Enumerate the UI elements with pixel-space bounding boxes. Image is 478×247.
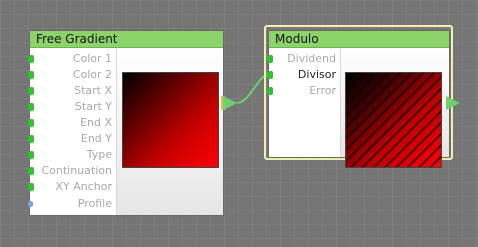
port-label: Start Y — [74, 100, 112, 113]
modulo-node[interactable]: Modulo Dividend Divisor Error — [267, 31, 449, 168]
port-connector-icon[interactable] — [28, 167, 34, 175]
port-start-y[interactable]: Start Y — [28, 99, 116, 115]
port-label: XY Anchor — [55, 180, 112, 193]
port-connector-icon[interactable] — [28, 71, 34, 79]
port-connector-icon[interactable] — [267, 71, 273, 79]
port-color-2[interactable]: Color 2 — [28, 67, 116, 83]
port-connector-icon[interactable] — [267, 55, 273, 63]
port-label: Divisor — [297, 68, 336, 81]
port-color-1[interactable]: Color 1 — [28, 51, 116, 67]
input-ports: Dividend Divisor Error — [267, 48, 341, 157]
port-connector-icon[interactable] — [267, 87, 273, 95]
port-label: End Y — [80, 132, 112, 145]
port-label: Color 1 — [72, 52, 112, 65]
port-label: Continuation — [41, 164, 112, 177]
port-label: Start X — [74, 84, 112, 97]
port-connector-icon[interactable] — [28, 119, 34, 127]
port-connector-icon[interactable] — [28, 103, 34, 111]
gradient-preview — [122, 72, 219, 168]
port-start-x[interactable]: Start X — [28, 83, 116, 99]
modulo-preview — [345, 72, 442, 168]
output-port-icon[interactable] — [223, 96, 237, 110]
port-connector-icon[interactable] — [28, 55, 34, 63]
port-label: Type — [86, 148, 112, 161]
node-title[interactable]: Free Gradient — [30, 31, 223, 48]
port-profile[interactable]: Profile — [28, 196, 116, 212]
port-connector-icon[interactable] — [28, 87, 34, 95]
input-ports: Color 1 Color 2 Start X Start Y End X En… — [28, 48, 117, 215]
port-label: Dividend — [287, 52, 336, 65]
port-dividend[interactable]: Dividend — [267, 51, 340, 67]
node-title[interactable]: Modulo — [269, 31, 449, 48]
profile-connector-icon[interactable] — [28, 201, 33, 207]
port-xy-anchor[interactable]: XY Anchor — [28, 179, 116, 195]
port-label: Color 2 — [72, 68, 112, 81]
free-gradient-node[interactable]: Free Gradient Color 1 Color 2 Start X St… — [28, 31, 223, 215]
port-continuation[interactable]: Continuation — [28, 163, 116, 179]
output-port-icon[interactable] — [446, 96, 460, 110]
port-label: Profile — [77, 197, 112, 210]
port-end-y[interactable]: End Y — [28, 131, 116, 147]
port-label: End X — [80, 116, 112, 129]
port-connector-icon[interactable] — [28, 151, 34, 159]
port-end-x[interactable]: End X — [28, 115, 116, 131]
port-divisor[interactable]: Divisor — [267, 67, 340, 83]
port-error[interactable]: Error — [267, 83, 340, 99]
port-type[interactable]: Type — [28, 147, 116, 163]
port-connector-icon[interactable] — [28, 183, 34, 191]
port-connector-icon[interactable] — [28, 135, 34, 143]
port-label: Error — [309, 84, 336, 97]
